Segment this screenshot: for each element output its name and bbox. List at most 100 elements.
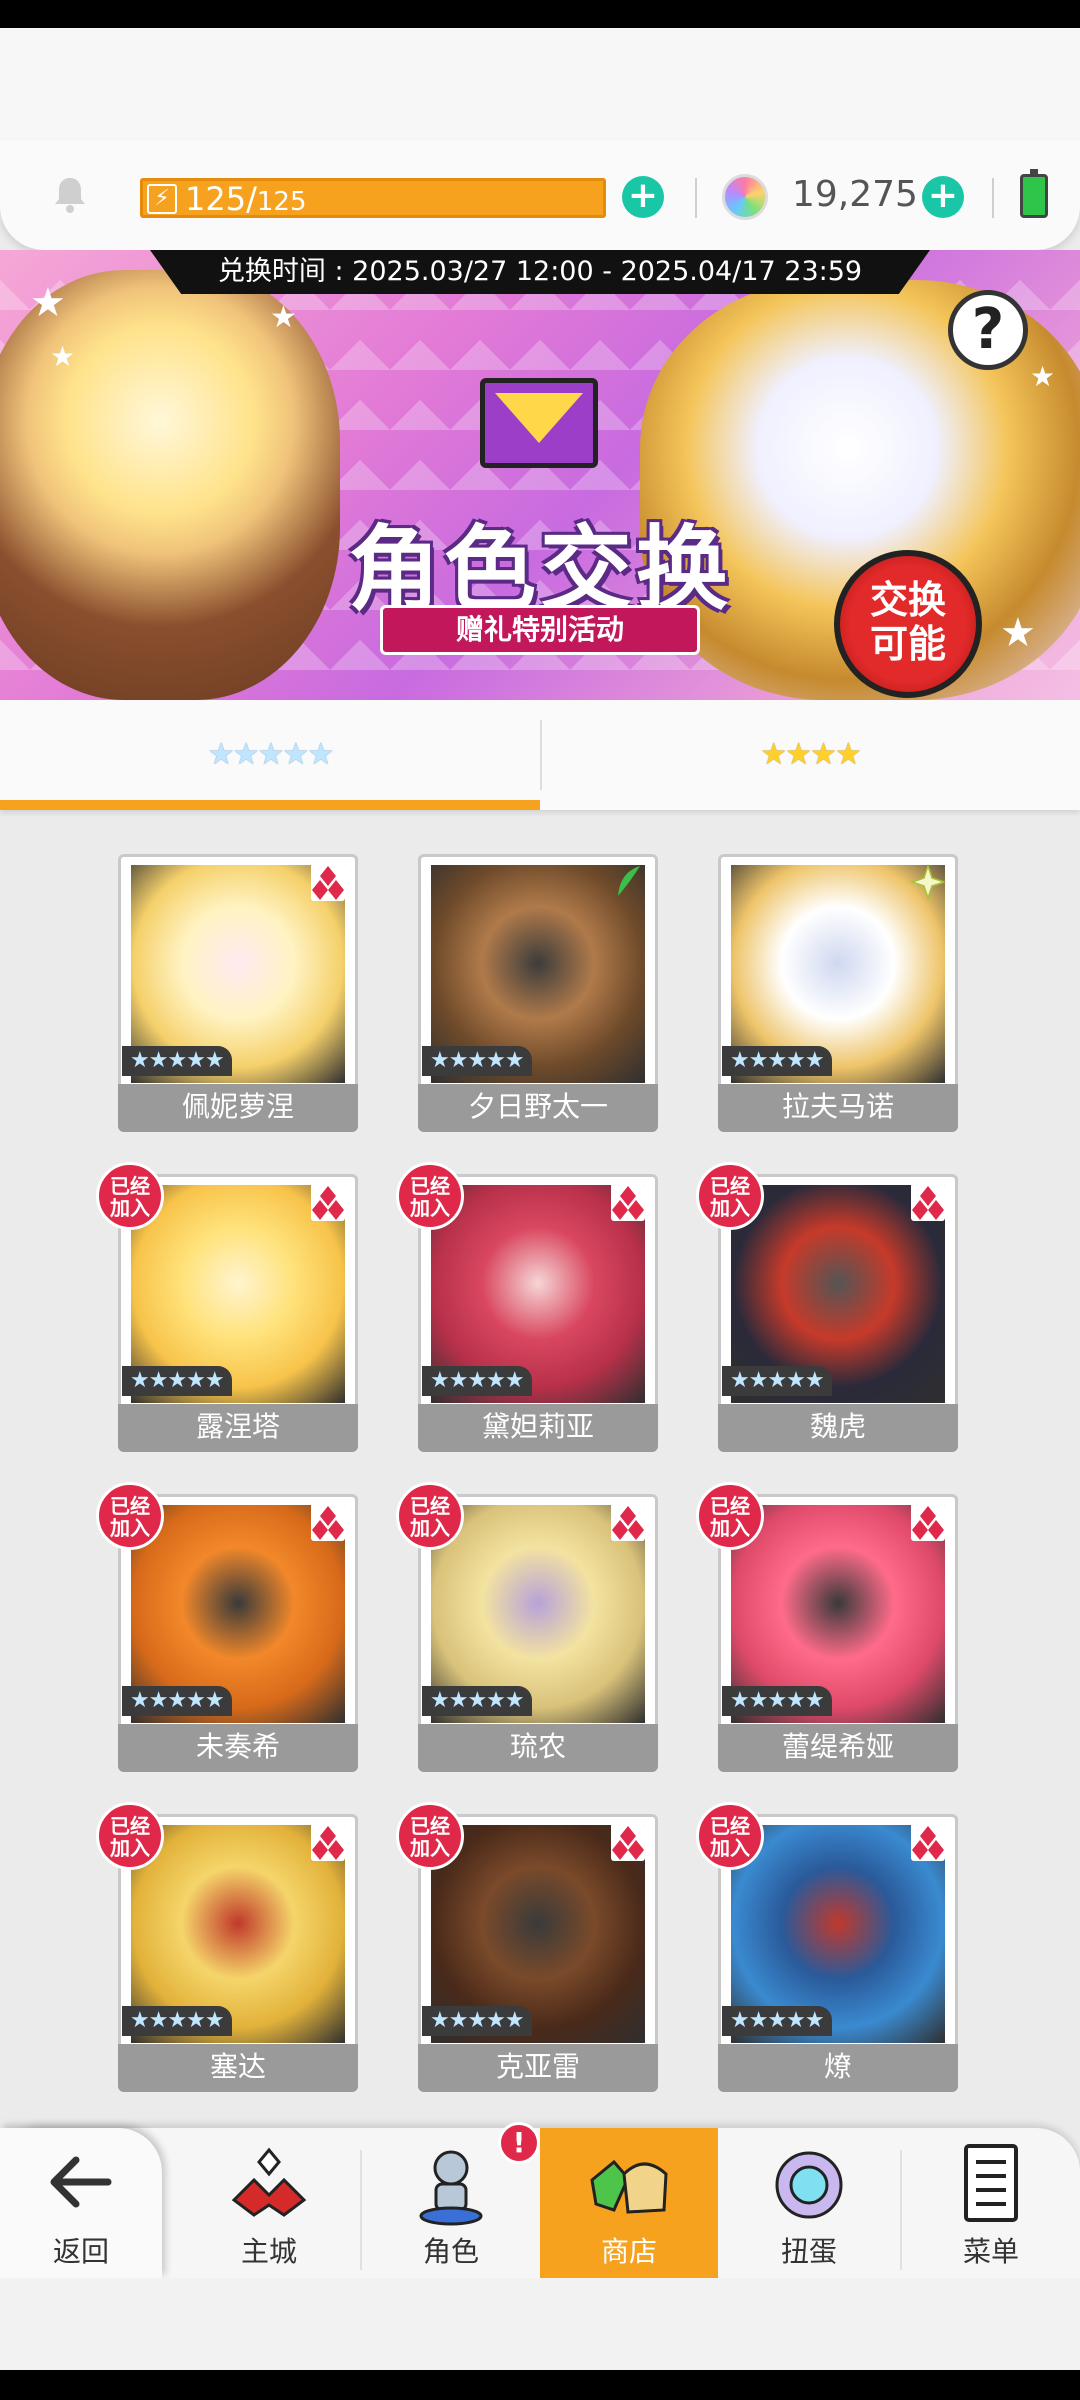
star-icon: ★ [270, 300, 297, 335]
joined-badge-line2: 加入 [410, 1836, 450, 1860]
divider [695, 178, 697, 218]
character-name: 塞达 [118, 2044, 358, 2092]
rarity-stars: ★★★★★ [122, 1046, 232, 1076]
character-card[interactable]: ★★★★★ 蕾缇希娅 已经 加入 [696, 1482, 958, 1772]
nav-town[interactable]: 主城 [180, 2128, 358, 2278]
fire-element-icon [311, 1823, 345, 1861]
rarity-stars: ★★★★★ [122, 1366, 232, 1396]
envelope-icon [480, 378, 598, 468]
fire-element-icon [311, 1503, 345, 1541]
joined-badge: 已经 加入 [96, 1482, 164, 1550]
character-card[interactable]: ★★★★★ 拉夫马诺 [718, 850, 958, 1132]
character-name: 燎 [718, 2044, 958, 2092]
star-icon: ★ [50, 340, 76, 373]
add-stamina-button[interactable]: + [622, 176, 664, 218]
rarity-stars: ★★★★★ [422, 1046, 532, 1076]
gem-count: 19,275 [792, 174, 918, 215]
menu-list-icon [964, 2144, 1018, 2222]
joined-badge-line1: 已经 [710, 1494, 750, 1518]
character-name: 克亚雷 [418, 2044, 658, 2092]
joined-badge-line2: 加入 [410, 1516, 450, 1540]
nav-shop[interactable]: 商店 [540, 2128, 718, 2278]
stamina-bar: ⚡ 125/125 [140, 178, 606, 218]
joined-badge-line1: 已经 [110, 1814, 150, 1838]
rarity-stars: ★★★★★ [122, 1686, 232, 1716]
fire-element-icon [311, 863, 345, 901]
nav-menu[interactable]: 菜单 [902, 2128, 1080, 2278]
event-banner: ★ ★ ★ ★ ★ 兑换时间 : 2025.03/27 12:00 - 2025… [0, 250, 1080, 700]
character-card[interactable]: ★★★★★ 佩妮萝涅 [118, 850, 358, 1132]
joined-badge-line2: 加入 [110, 1196, 150, 1220]
star-icon: ★ [1030, 360, 1056, 393]
wind-element-icon [618, 866, 640, 896]
character-card[interactable]: ★★★★★ 燎 已经 加入 [696, 1802, 958, 2092]
character-card[interactable]: ★★★★★ 露涅塔 已经 加入 [96, 1162, 358, 1452]
exchange-available-badge: 交换 可能 [834, 550, 982, 698]
character-card[interactable]: ★★★★★ 未奏希 已经 加入 [96, 1482, 358, 1772]
character-name: 佩妮萝涅 [118, 1084, 358, 1132]
rarity-stars: ★★★★★ [722, 1366, 832, 1396]
battery-icon [1020, 169, 1048, 218]
nav-characters-label: 角色 [422, 2235, 479, 2268]
fire-element-icon [611, 1823, 645, 1861]
character-name: 琉农 [418, 1724, 658, 1772]
joined-badge-line1: 已经 [710, 1174, 750, 1198]
rarity-stars: ★★★★★ [722, 2006, 832, 2036]
joined-badge: 已经 加入 [396, 1482, 464, 1550]
character-card[interactable]: ★★★★★ 琉农 已经 加入 [396, 1482, 658, 1772]
nav-town-label: 主城 [240, 2235, 297, 2268]
exchange-period: 兑换时间 : 2025.03/27 12:00 - 2025.04/17 23:… [150, 250, 930, 294]
fire-element-icon [611, 1503, 645, 1541]
joined-badge-line1: 已经 [410, 1814, 450, 1838]
character-name: 黛妲莉亚 [418, 1404, 658, 1452]
joined-badge: 已经 加入 [396, 1802, 464, 1870]
joined-badge: 已经 加入 [696, 1482, 764, 1550]
character-card[interactable]: ★★★★★ 塞达 已经 加入 [96, 1802, 358, 2092]
stamina-value: 125/125 [185, 180, 307, 218]
add-gems-button[interactable]: + [922, 176, 964, 218]
joined-badge-line2: 加入 [110, 1836, 150, 1860]
nav-menu-label: 菜单 [962, 2235, 1019, 2268]
rarity-stars: ★★★★★ [422, 1686, 532, 1716]
status-bar [0, 0, 1080, 28]
character-card[interactable]: ★★★★★ 魏虎 已经 加入 [696, 1162, 958, 1452]
nav-bar-bottom [0, 2370, 1080, 2400]
bell-icon[interactable] [48, 172, 92, 216]
joined-badge-line1: 已经 [710, 1814, 750, 1838]
stamina-icon: ⚡ [147, 184, 177, 214]
joined-badge: 已经 加入 [96, 1162, 164, 1230]
fire-element-icon [311, 1183, 345, 1221]
tab-four-star[interactable]: ★★★★ [540, 700, 1080, 810]
back-button[interactable]: 返回 [0, 2128, 162, 2278]
joined-badge-line2: 加入 [710, 1836, 750, 1860]
character-card[interactable]: ★★★★★ 克亚雷 已经 加入 [396, 1802, 658, 2092]
nav-gacha-label: 扭蛋 [780, 2235, 837, 2268]
tab-five-star[interactable]: ★★★★★ [0, 700, 540, 810]
joined-badge-line2: 加入 [710, 1516, 750, 1540]
character-card[interactable]: ★★★★★ 夕日野太一 [418, 850, 658, 1132]
star-icon: ★ [1000, 610, 1036, 656]
shop-icon [590, 2159, 668, 2214]
gacha-icon [775, 2151, 843, 2219]
character-name: 蕾缇希娅 [718, 1724, 958, 1772]
character-name: 露涅塔 [118, 1404, 358, 1452]
banner-subtitle: 赠礼特别活动 [380, 605, 700, 655]
joined-badge-line2: 加入 [410, 1196, 450, 1220]
castle-icon [231, 2147, 307, 2217]
joined-badge: 已经 加入 [696, 1162, 764, 1230]
active-tab-indicator [0, 800, 540, 810]
resource-bar: ⚡ 125/125 + 19,275 + [0, 140, 1080, 250]
character-card[interactable]: ★★★★★ 黛妲莉亚 已经 加入 [396, 1162, 658, 1452]
joined-badge-line1: 已经 [410, 1494, 450, 1518]
nav-shop-label: 商店 [600, 2235, 657, 2268]
rarity-tabs: ★★★★★ ★★★★ [0, 700, 1080, 810]
light-element-icon [910, 863, 946, 901]
joined-badge-line1: 已经 [110, 1494, 150, 1518]
back-arrow-icon [50, 2156, 112, 2208]
character-name: 未奏希 [118, 1724, 358, 1772]
nav-gacha[interactable]: 扭蛋 [720, 2128, 898, 2278]
characters-alert-badge: ! [498, 2122, 540, 2164]
divider [992, 178, 994, 218]
help-button[interactable]: ? [948, 290, 1028, 370]
status-gap [0, 28, 1080, 148]
